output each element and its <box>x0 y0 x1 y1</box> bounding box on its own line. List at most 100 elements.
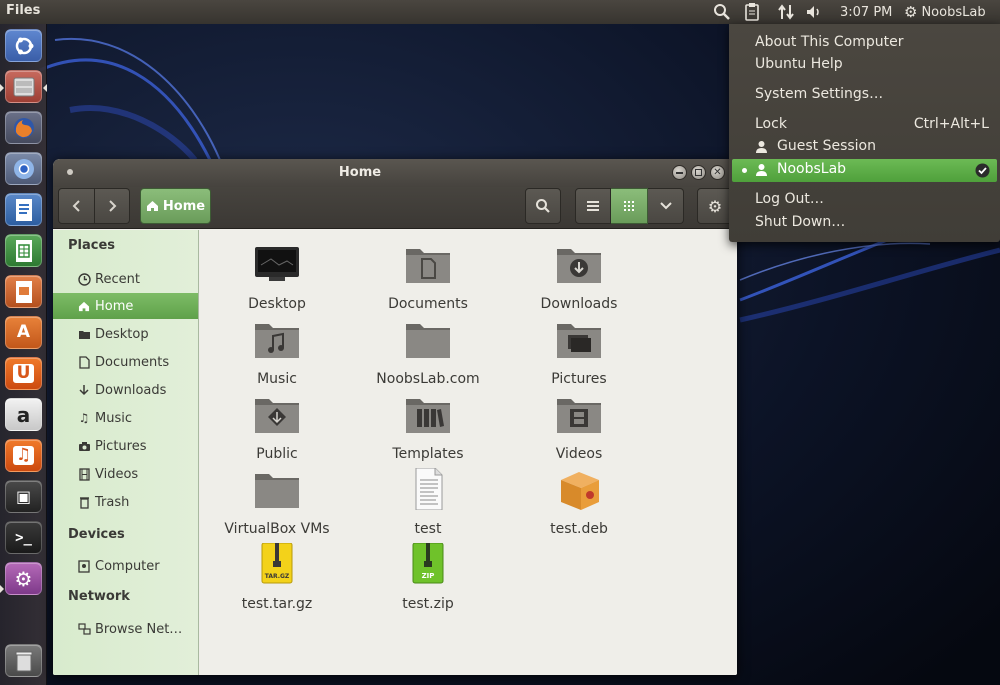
launcher-writer[interactable] <box>5 193 42 226</box>
folder-icon <box>255 474 299 508</box>
desktop-folder-icon <box>77 327 91 341</box>
sidebar-item-home[interactable]: Home <box>53 293 198 319</box>
archive-badge: ZIP <box>422 572 435 580</box>
launcher-terminal[interactable]: >_ <box>5 521 42 554</box>
minimize-button[interactable] <box>672 165 687 180</box>
launcher-steam[interactable]: ▣ <box>5 480 42 513</box>
maximize-icon <box>695 169 702 176</box>
back-button[interactable] <box>58 188 95 224</box>
software-center-icon: A <box>16 322 31 342</box>
close-button[interactable]: ✕ <box>710 165 725 180</box>
minimize-icon <box>676 171 683 174</box>
breadcrumb-home[interactable]: Home <box>140 188 211 224</box>
home-icon <box>146 201 158 211</box>
devices-heading: Devices <box>68 527 125 542</box>
ubuntu-logo-icon <box>15 37 33 54</box>
trash-icon <box>77 495 91 509</box>
file-name: test.deb <box>550 521 608 537</box>
text-file-icon <box>415 468 443 510</box>
menu-item-system-settings[interactable]: System Settings… <box>729 84 1000 107</box>
window-title: Home <box>338 165 382 180</box>
folder-icon <box>406 324 450 358</box>
sidebar-item-browse-network[interactable]: Browse Net… <box>53 616 198 642</box>
sidebar-item-music[interactable]: ♫ Music <box>53 405 198 431</box>
sidebar-item-videos[interactable]: Videos <box>53 461 198 487</box>
forward-button[interactable] <box>95 188 130 224</box>
launcher-amazon[interactable]: a <box>5 398 42 431</box>
home-icon <box>77 299 91 313</box>
checkmark-icon <box>975 163 990 178</box>
clipboard-icon[interactable] <box>743 2 761 22</box>
archive-badge: TAR.GZ <box>265 573 290 580</box>
clock[interactable]: 3:07 PM <box>840 2 892 22</box>
running-indicator <box>0 84 4 92</box>
launcher: A U a ♫ ▣ >_ ⚙ <box>0 24 47 685</box>
volume-icon[interactable] <box>805 2 823 22</box>
list-view-icon <box>587 201 599 211</box>
places-sidebar: Places Recent Home Desktop Documents Dow… <box>53 230 199 675</box>
launcher-chromium[interactable] <box>5 152 42 185</box>
menu-item-guest-session[interactable]: Guest Session <box>729 136 1000 159</box>
impress-icon <box>15 280 32 303</box>
sidebar-item-computer[interactable]: Computer <box>53 553 198 579</box>
menu-item-current-user[interactable]: NoobsLab <box>732 159 997 182</box>
network-icon[interactable] <box>776 2 796 22</box>
chevron-left-icon <box>72 200 80 212</box>
chromium-icon <box>13 158 34 179</box>
document-icon <box>77 355 91 369</box>
launcher-calc[interactable] <box>5 234 42 267</box>
launcher-ubuntu-one[interactable]: U <box>5 357 42 390</box>
dash-button[interactable] <box>5 29 42 62</box>
settings-menu-button[interactable]: ⚙ <box>697 188 733 224</box>
launcher-software-center[interactable]: A <box>5 316 42 349</box>
videos-folder-icon <box>557 399 601 433</box>
launcher-system-settings[interactable]: ⚙ <box>5 562 42 595</box>
menu-item-help[interactable]: Ubuntu Help <box>729 54 1000 77</box>
file-name: test.zip <box>402 596 454 612</box>
download-icon <box>77 383 91 397</box>
package-icon <box>561 472 599 510</box>
maximize-button[interactable] <box>691 165 706 180</box>
sidebar-item-label: Trash <box>95 494 130 510</box>
file-name: test <box>414 521 442 537</box>
templates-folder-icon <box>406 399 450 433</box>
menu-item-log-out[interactable]: Log Out… <box>729 189 1000 212</box>
file-name: Public <box>256 446 298 462</box>
launcher-firefox[interactable] <box>5 111 42 144</box>
pictures-folder-icon <box>557 324 601 358</box>
sidebar-item-documents[interactable]: Documents <box>53 349 198 375</box>
view-options-button[interactable] <box>648 188 684 224</box>
sidebar-item-recent[interactable]: Recent <box>53 266 198 292</box>
menu-item-lock[interactable]: Lock Ctrl+Alt+L <box>729 114 1000 137</box>
sidebar-item-downloads[interactable]: Downloads <box>53 377 198 403</box>
user-icon <box>756 141 767 153</box>
grid-view-button[interactable] <box>611 188 648 224</box>
menu-item-about[interactable]: About This Computer <box>729 31 1000 54</box>
menu-item-label: Lock <box>755 116 787 132</box>
close-icon: ✕ <box>713 166 722 178</box>
window-titlebar[interactable]: Home ✕ <box>53 159 737 187</box>
launcher-files[interactable] <box>5 70 42 103</box>
menu-item-label: System Settings… <box>755 86 884 102</box>
media-player-icon: ▣ <box>15 486 32 506</box>
launcher-impress[interactable] <box>5 275 42 308</box>
sidebar-item-trash[interactable]: Trash <box>53 489 198 515</box>
launcher-ubuntu-one-music[interactable]: ♫ <box>5 439 42 472</box>
sidebar-item-label: Pictures <box>95 438 147 454</box>
sidebar-item-label: Music <box>95 410 132 426</box>
ubuntu-one-music-icon: ♫ <box>12 446 35 465</box>
sidebar-item-desktop[interactable]: Desktop <box>53 321 198 347</box>
menu-item-label: Guest Session <box>777 138 876 154</box>
sidebar-item-pictures[interactable]: Pictures <box>53 433 198 459</box>
file-name: NoobsLab.com <box>376 371 480 387</box>
search-button[interactable] <box>525 188 561 224</box>
gear-icon: ⚙ <box>707 196 723 216</box>
search-icon[interactable] <box>713 2 731 22</box>
menu-item-shut-down[interactable]: Shut Down… <box>729 212 1000 235</box>
list-view-button[interactable] <box>575 188 611 224</box>
documents-folder-icon <box>406 249 450 283</box>
top-panel: Files 3:07 PM ⚙ NoobsLab <box>0 0 1000 24</box>
launcher-trash[interactable] <box>5 644 42 677</box>
session-indicator[interactable]: ⚙ NoobsLab <box>904 2 986 22</box>
file-name: Documents <box>388 296 468 312</box>
